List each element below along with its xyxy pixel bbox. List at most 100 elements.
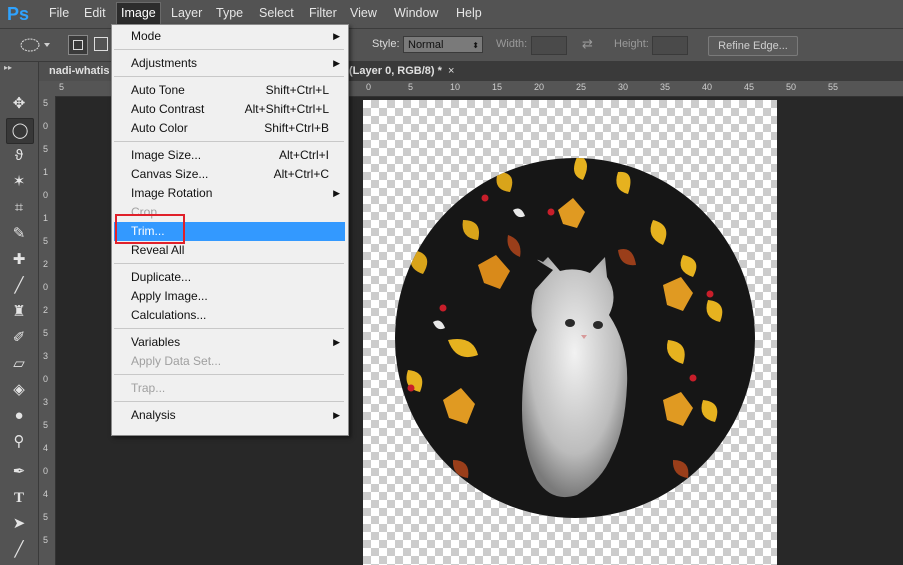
- ruler-tick-label: 3: [43, 397, 49, 407]
- menu-separator: [114, 49, 344, 50]
- add-selection-mode-icon[interactable]: [94, 37, 108, 51]
- ruler-tick-label: 1: [43, 213, 49, 223]
- menu-item-label: Apply Data Set...: [131, 354, 222, 368]
- menu-item-label: Trap...: [131, 381, 166, 395]
- ruler-tick-label: 5: [43, 512, 49, 522]
- new-selection-mode-icon[interactable]: [68, 35, 88, 55]
- menu-layer[interactable]: Layer: [167, 3, 206, 24]
- menu-item-apply-image[interactable]: Apply Image...: [112, 287, 346, 306]
- blur-tool-icon[interactable]: ●: [6, 404, 32, 428]
- ruler-tick-label: 55: [828, 82, 839, 92]
- menu-item-image-size[interactable]: Image Size... Alt+Ctrl+I: [112, 146, 346, 165]
- annotation-highlight-box: [115, 214, 185, 244]
- menu-image[interactable]: Image: [116, 2, 161, 25]
- paint-bucket-tool-icon[interactable]: ◈: [6, 378, 32, 402]
- ruler-tick-label: 5: [43, 236, 49, 246]
- crop-tool-icon[interactable]: ⌗: [6, 196, 32, 220]
- type-tool-icon[interactable]: T: [6, 486, 32, 510]
- ruler-tick-label: 2: [43, 259, 49, 269]
- ruler-tick-label: 25: [576, 82, 587, 92]
- menu-item-label: Duplicate...: [131, 270, 192, 284]
- ruler-tick-label: 5: [43, 328, 49, 338]
- move-tool-icon[interactable]: ✥: [6, 92, 32, 116]
- ruler-tick-label: 0: [43, 374, 49, 384]
- menu-window[interactable]: Window: [390, 3, 442, 24]
- menu-item-adjustments[interactable]: Adjustments ▶: [112, 54, 346, 73]
- swap-dimensions-icon[interactable]: ⇄: [582, 36, 593, 52]
- width-label: Width:: [496, 38, 528, 50]
- style-select[interactable]: Normal ⬍: [403, 36, 483, 53]
- tools-panel: ▸▸ ✥ ◯ ϑ ✶ ⌗ ✎ ✚ ╱ ♜ ✐ ▱ ◈ ● ⚲ ✒ T ➤ ╱: [0, 62, 39, 565]
- menu-item-calculations[interactable]: Calculations...: [112, 306, 346, 325]
- eyedropper-tool-icon[interactable]: ✎: [6, 222, 32, 246]
- menu-item-shortcut: Alt+Shift+Ctrl+L: [244, 102, 329, 116]
- refine-edge-button[interactable]: Refine Edge...: [708, 36, 798, 56]
- menu-item-apply-data-set: Apply Data Set...: [112, 352, 346, 371]
- menu-item-label: Analysis: [131, 408, 176, 422]
- eraser-tool-icon[interactable]: ▱: [6, 352, 32, 376]
- menu-item-canvas-size[interactable]: Canvas Size... Alt+Ctrl+C: [112, 165, 346, 184]
- path-selection-tool-icon[interactable]: ➤: [6, 512, 32, 536]
- menu-item-auto-color[interactable]: Auto Color Shift+Ctrl+B: [112, 119, 346, 138]
- ruler-tick-label: 5: [43, 535, 49, 545]
- pen-tool-icon[interactable]: ✒: [6, 460, 32, 484]
- ruler-tick-label: 0: [43, 466, 49, 476]
- menu-item-image-rotation[interactable]: Image Rotation ▶: [112, 184, 346, 203]
- document-tab-title: nadi-whatis: [49, 65, 110, 77]
- width-input[interactable]: [531, 36, 567, 55]
- menu-item-shortcut: Alt+Ctrl+I: [278, 148, 329, 162]
- height-input[interactable]: [652, 36, 688, 55]
- style-label: Style:: [372, 38, 400, 50]
- clone-stamp-tool-icon[interactable]: ♜: [6, 300, 32, 324]
- menu-separator: [114, 141, 344, 142]
- submenu-arrow-icon: ▶: [333, 337, 340, 347]
- ruler-tick-label: 30: [618, 82, 629, 92]
- menu-select[interactable]: Select: [255, 3, 298, 24]
- line-tool-icon[interactable]: ╱: [6, 538, 32, 562]
- tool-preset-picker[interactable]: [16, 35, 52, 55]
- select-arrows-icon: ⬍: [472, 41, 479, 50]
- ruler-tick-label: 35: [660, 82, 671, 92]
- menu-item-mode[interactable]: Mode ▶: [112, 27, 346, 46]
- menu-item-label: Auto Color: [131, 121, 188, 135]
- document-canvas[interactable]: [363, 100, 777, 565]
- menu-filter[interactable]: Filter: [305, 3, 341, 24]
- history-brush-tool-icon[interactable]: ✐: [6, 326, 32, 350]
- ruler-tick-label: 20: [534, 82, 545, 92]
- style-select-value: Normal: [408, 39, 444, 51]
- lasso-tool-icon[interactable]: ϑ: [6, 144, 32, 168]
- photoshop-logo: Ps: [6, 4, 30, 24]
- menu-item-analysis[interactable]: Analysis ▶: [112, 406, 346, 425]
- healing-brush-tool-icon[interactable]: ✚: [6, 248, 32, 272]
- menu-item-auto-contrast[interactable]: Auto Contrast Alt+Shift+Ctrl+L: [112, 100, 346, 119]
- ruler-tick-label: 0: [43, 282, 49, 292]
- height-label: Height:: [614, 38, 649, 50]
- menu-item-label: Apply Image...: [131, 289, 208, 303]
- ruler-origin[interactable]: [39, 81, 55, 96]
- menu-file[interactable]: File: [45, 3, 73, 24]
- ruler-tick-label: 5: [408, 82, 414, 92]
- ruler-tick-label: 0: [43, 121, 49, 131]
- submenu-arrow-icon: ▶: [333, 58, 340, 68]
- menu-help[interactable]: Help: [452, 3, 486, 24]
- dodge-tool-icon[interactable]: ⚲: [6, 430, 32, 454]
- ruler-tick-label: 50: [786, 82, 797, 92]
- menu-type[interactable]: Type: [212, 3, 247, 24]
- collapse-arrows-icon[interactable]: ▸▸: [4, 63, 12, 72]
- menu-edit[interactable]: Edit: [80, 3, 110, 24]
- menu-item-auto-tone[interactable]: Auto Tone Shift+Ctrl+L: [112, 81, 346, 100]
- menu-separator: [114, 401, 344, 402]
- menu-view[interactable]: View: [346, 3, 381, 24]
- document-tab-suffix: (Layer 0, RGB/8) *: [349, 65, 442, 77]
- menu-item-label: Image Size...: [131, 148, 202, 162]
- close-tab-icon[interactable]: ×: [448, 62, 454, 81]
- menu-item-variables[interactable]: Variables ▶: [112, 333, 346, 352]
- brush-tool-icon[interactable]: ╱: [6, 274, 32, 298]
- ruler-tick-label: 15: [492, 82, 503, 92]
- elliptical-marquee-tool-icon[interactable]: ◯: [6, 118, 34, 144]
- menu-item-shortcut: Shift+Ctrl+L: [265, 83, 329, 97]
- vertical-ruler[interactable]: 50510152025303540455: [39, 96, 56, 565]
- magic-wand-tool-icon[interactable]: ✶: [6, 170, 32, 194]
- menu-item-duplicate[interactable]: Duplicate...: [112, 268, 346, 287]
- ruler-tick-label: 40: [702, 82, 713, 92]
